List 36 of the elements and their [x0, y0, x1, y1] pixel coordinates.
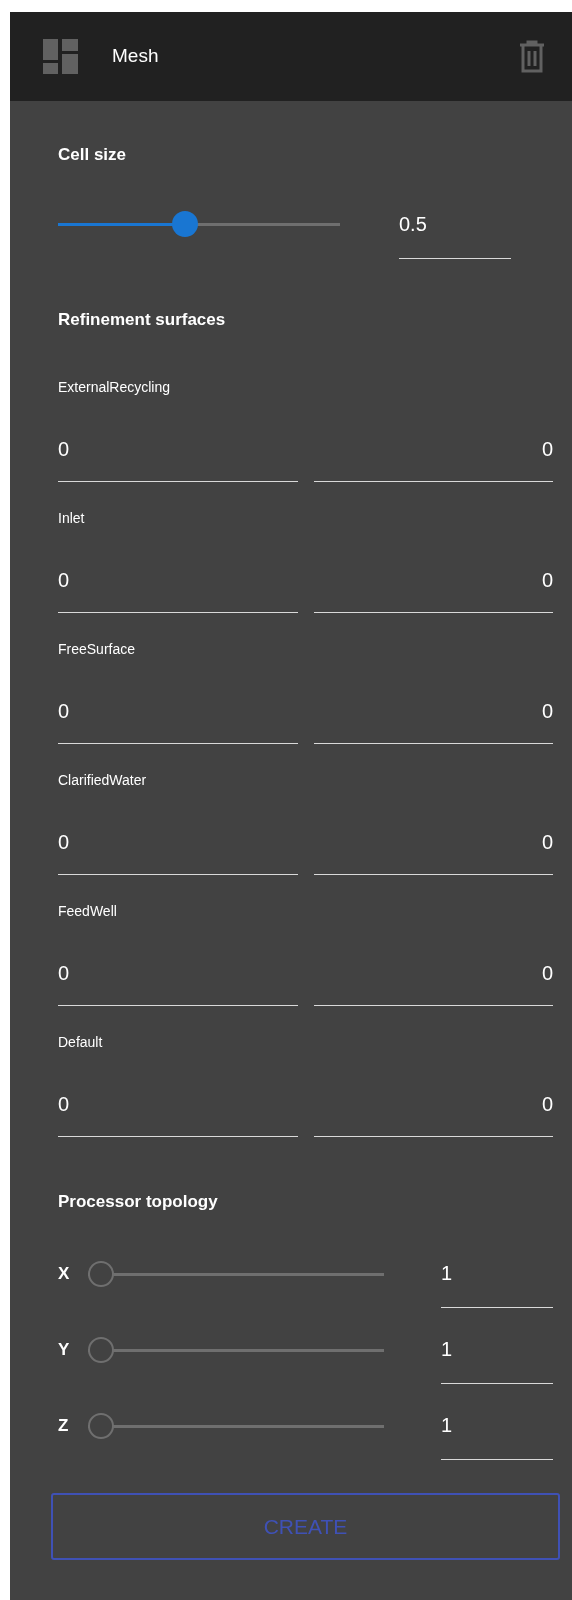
number-field[interactable]: 0 [58, 696, 298, 744]
field-label: ExternalRecycling [58, 378, 172, 397]
number-field[interactable]: 1 [441, 1253, 553, 1308]
number-field[interactable]: 0 [313, 827, 553, 875]
slider-thumb[interactable] [88, 1413, 114, 1439]
panel-title: Mesh [112, 44, 159, 69]
field-label: FreeSurface [58, 640, 137, 659]
number-field[interactable]: 0 [58, 1089, 298, 1137]
slider[interactable] [58, 211, 340, 237]
field-label: ClarifiedWater [58, 771, 148, 790]
axis-label: Y [58, 1339, 71, 1362]
slider-thumb[interactable] [88, 1337, 114, 1363]
slider-thumb[interactable] [171, 211, 198, 237]
number-field[interactable]: 0 [313, 1089, 553, 1137]
number-field[interactable]: 0 [313, 565, 553, 613]
number-field[interactable]: 0 [58, 565, 298, 613]
section-title: Refinement surfaces [58, 309, 227, 331]
number-field[interactable]: 1 [441, 1405, 553, 1460]
number-field[interactable]: 0 [313, 958, 553, 1006]
number-field[interactable]: 0 [58, 434, 298, 482]
number-field[interactable]: 0.5 [399, 211, 511, 259]
trash-icon[interactable] [519, 39, 545, 74]
axis-label: Z [58, 1415, 70, 1438]
number-field[interactable]: 0 [313, 434, 553, 482]
field-label: Default [58, 1033, 104, 1052]
section-title: Processor topology [58, 1191, 219, 1213]
number-field[interactable]: 0 [313, 696, 553, 744]
field-label: FeedWell [58, 902, 118, 921]
slider-thumb[interactable] [88, 1261, 114, 1287]
number-field[interactable]: 1 [441, 1329, 553, 1384]
dashboard-icon [43, 39, 78, 74]
number-field[interactable]: 0 [58, 827, 298, 875]
field-label: Inlet [58, 509, 86, 528]
axis-label: X [58, 1263, 71, 1286]
section-title: Cell size [58, 144, 128, 166]
number-field[interactable]: 0 [58, 958, 298, 1006]
